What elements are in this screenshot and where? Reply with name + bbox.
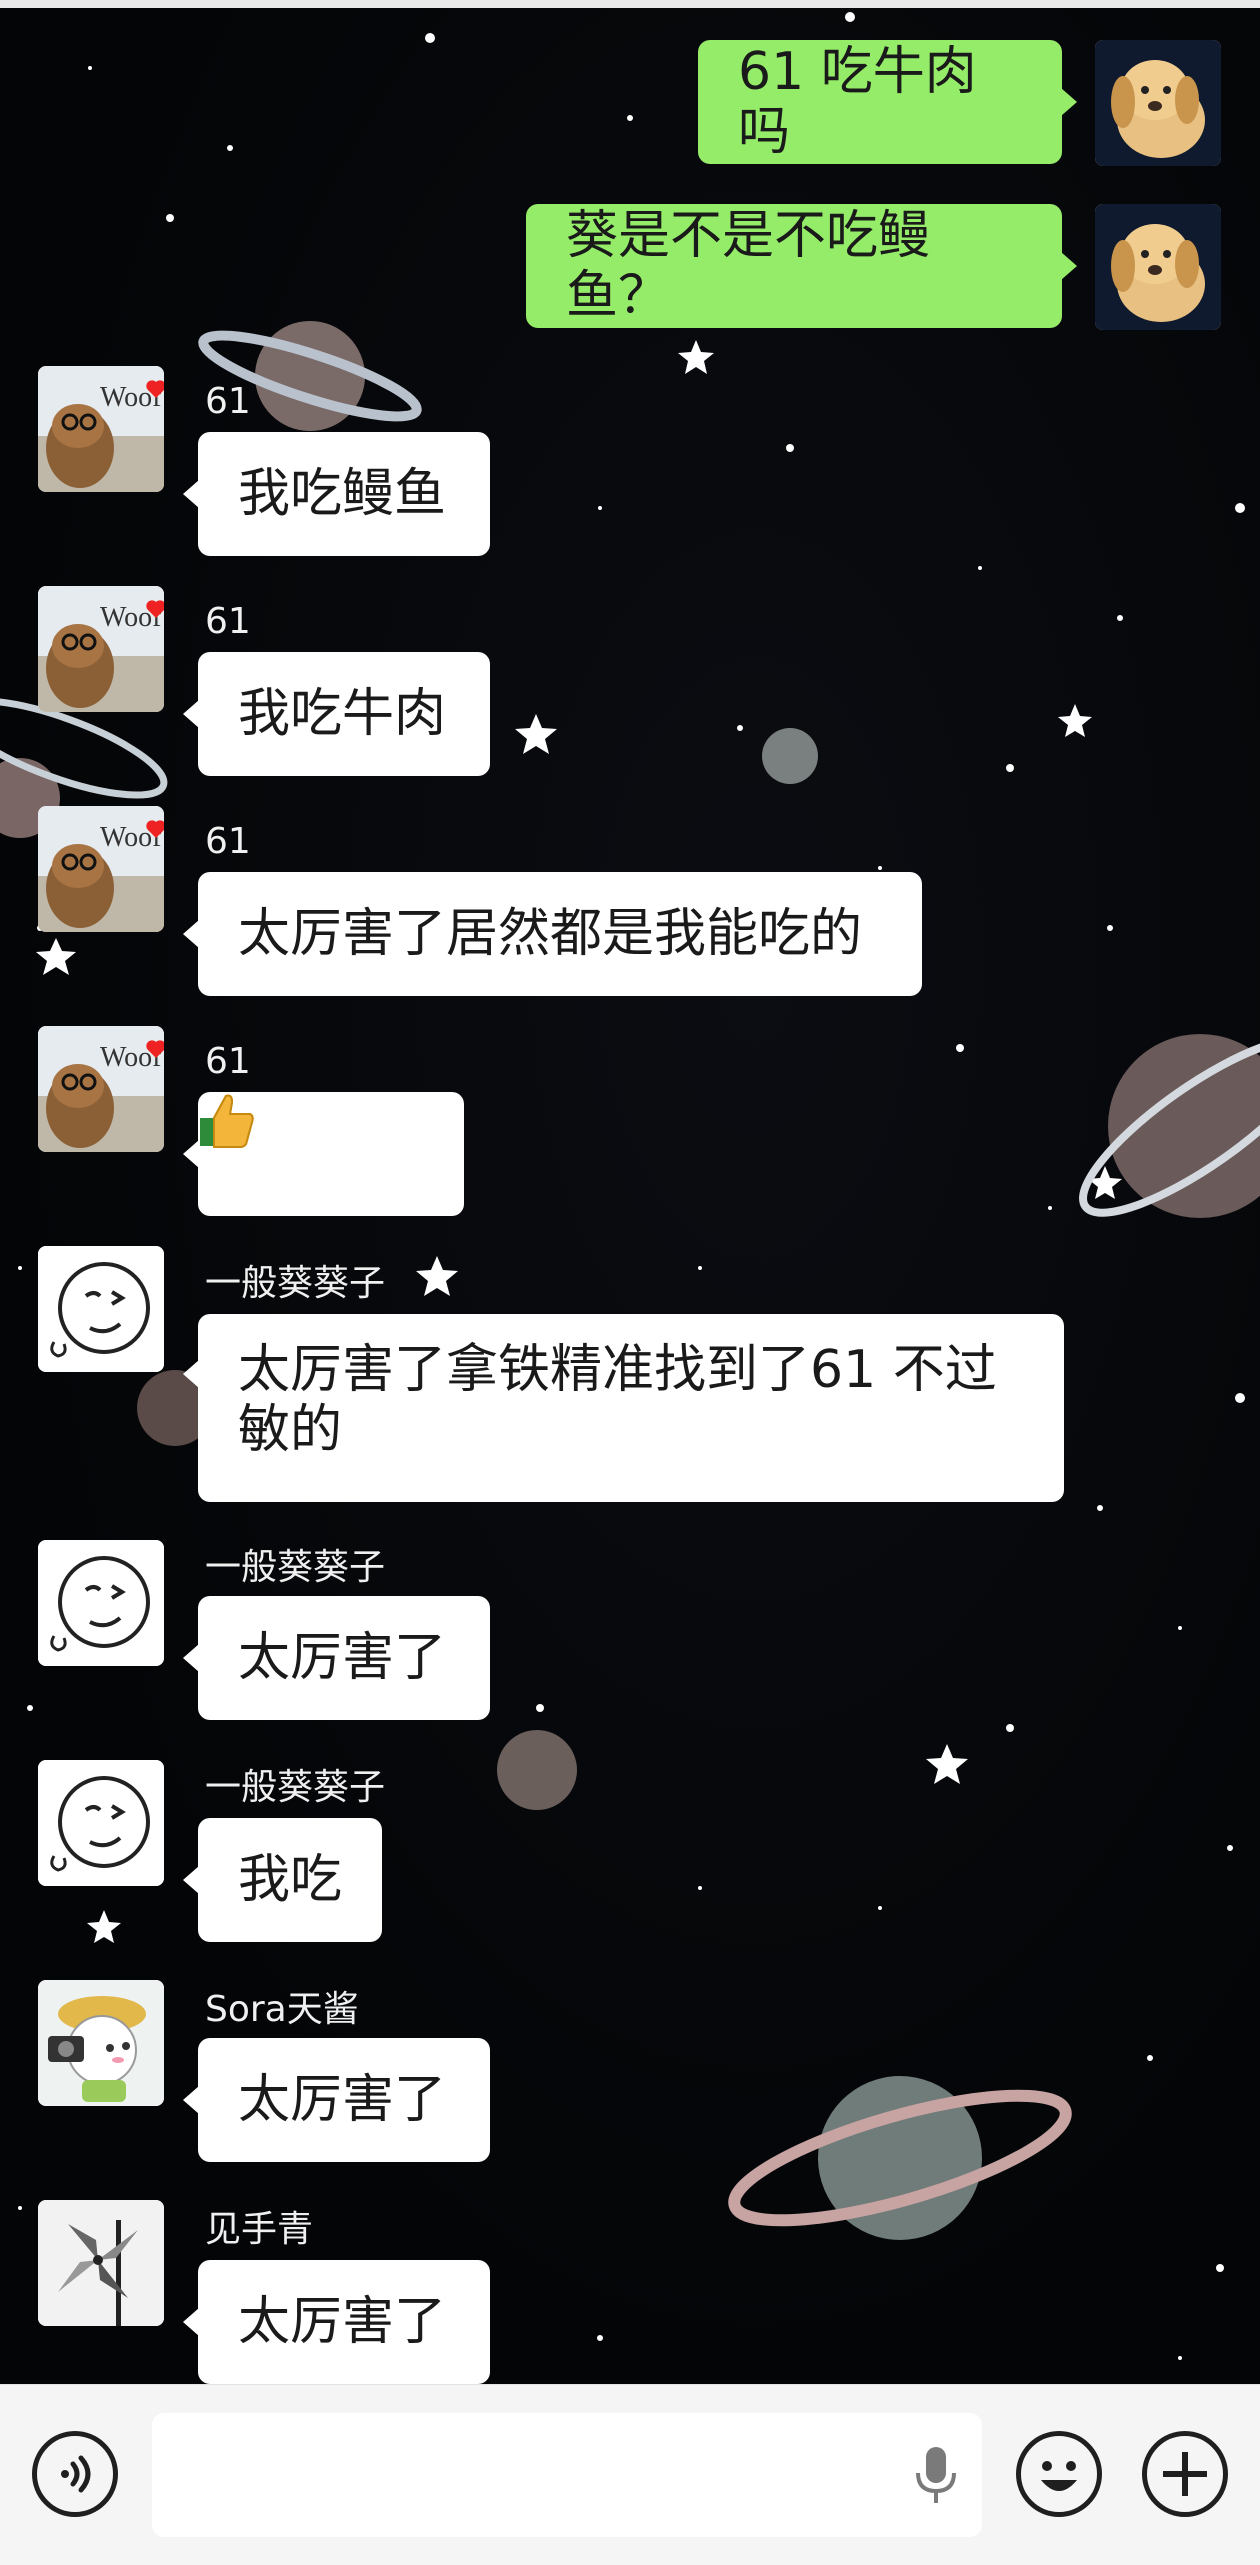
bubble-tail [183, 2308, 199, 2336]
pinwheel-avatar[interactable] [38, 2200, 164, 2326]
composer-bar [0, 2384, 1260, 2565]
message-text: 太厉害了 [238, 2292, 447, 2352]
thumbs-up-icon [200, 1094, 412, 1183]
bubble-tail [183, 480, 199, 508]
sender-name: 一般葵葵子 [205, 1547, 386, 1588]
message-text: 太厉害了 [238, 2070, 447, 2130]
message-bubble[interactable]: 我吃牛肉 [198, 652, 490, 776]
message-bubble[interactable]: 太厉害了 [198, 2260, 490, 2384]
space-wallpaper [0, 12, 1260, 2381]
dog-woof-avatar[interactable]: Woof [38, 366, 164, 492]
smirk-sketch-avatar[interactable] [38, 1760, 164, 1886]
message-text: 我吃 [238, 1850, 343, 1910]
sender-name: 61 [205, 821, 251, 862]
message-text: 我吃鳗鱼 [238, 464, 447, 524]
sender-name: 一般葵葵子 [205, 1263, 386, 1304]
message-bubble[interactable]: 太厉害了 [198, 1596, 490, 1720]
plush-puppy-avatar[interactable] [1095, 204, 1221, 330]
bubble-tail [1061, 88, 1077, 116]
message-bubble[interactable]: 太厉害了 [198, 2038, 490, 2162]
sender-name: Sora天酱 [205, 1989, 359, 2030]
bubble-tail [183, 920, 199, 948]
smirk-sketch-avatar[interactable] [38, 1540, 164, 1666]
bubble-tail [183, 700, 199, 728]
smirk-sketch-avatar[interactable] [38, 1246, 164, 1372]
cartoon-camera-avatar[interactable] [38, 1980, 164, 2106]
message-text: 太厉害了拿铁精准找到了61 不过敏的 [238, 1340, 997, 1460]
plush-puppy-avatar[interactable] [1095, 40, 1221, 166]
message-bubble[interactable]: 太厉害了拿铁精准找到了61 不过敏的 [198, 1314, 1064, 1502]
message-bubble[interactable]: 我吃鳗鱼 [198, 432, 490, 556]
top-strip [0, 0, 1260, 8]
sender-name: 61 [205, 381, 251, 422]
dog-woof-avatar[interactable]: Woof [38, 586, 164, 712]
message-bubble[interactable]: 我吃 [198, 1818, 382, 1942]
sender-name: 61 [205, 1041, 251, 1082]
thumbs-up-icon [200, 1094, 352, 1183]
plus-icon[interactable] [1142, 2431, 1228, 2517]
message-text: 61 吃牛肉吗 [738, 42, 977, 162]
bubble-tail [183, 2086, 199, 2114]
bubble-tail [183, 1140, 199, 1168]
message-text: 葵是不是不吃鳗鱼？ [566, 206, 931, 326]
microphone-icon[interactable] [914, 2447, 958, 2511]
sender-name: 见手青 [205, 2209, 314, 2250]
message-text: 我吃牛肉 [238, 684, 447, 744]
message-input[interactable] [152, 2413, 982, 2537]
chat-background: 61 吃牛肉吗 葵是不是不吃鳗鱼？ Woof 61 我吃鳗鱼 Woof 61 我… [0, 8, 1260, 2384]
bubble-tail [183, 1644, 199, 1672]
message-bubble[interactable]: 葵是不是不吃鳗鱼？ [526, 204, 1062, 328]
emoji-icon[interactable] [1016, 2431, 1102, 2517]
message-text: 太厉害了 [238, 1628, 447, 1688]
message-bubble[interactable] [198, 1092, 464, 1216]
dog-woof-avatar[interactable]: Woof [38, 1026, 164, 1152]
bubble-tail [183, 1866, 199, 1894]
message-bubble[interactable]: 太厉害了居然都是我能吃的 [198, 872, 922, 996]
message-text: 太厉害了居然都是我能吃的 [238, 904, 863, 964]
voice-icon[interactable] [32, 2431, 118, 2517]
bubble-tail [1061, 252, 1077, 280]
sender-name: 61 [205, 601, 251, 642]
message-bubble[interactable]: 61 吃牛肉吗 [698, 40, 1062, 164]
bubble-tail [183, 1360, 199, 1388]
dog-woof-avatar[interactable]: Woof [38, 806, 164, 932]
sender-name: 一般葵葵子 [205, 1767, 386, 1808]
